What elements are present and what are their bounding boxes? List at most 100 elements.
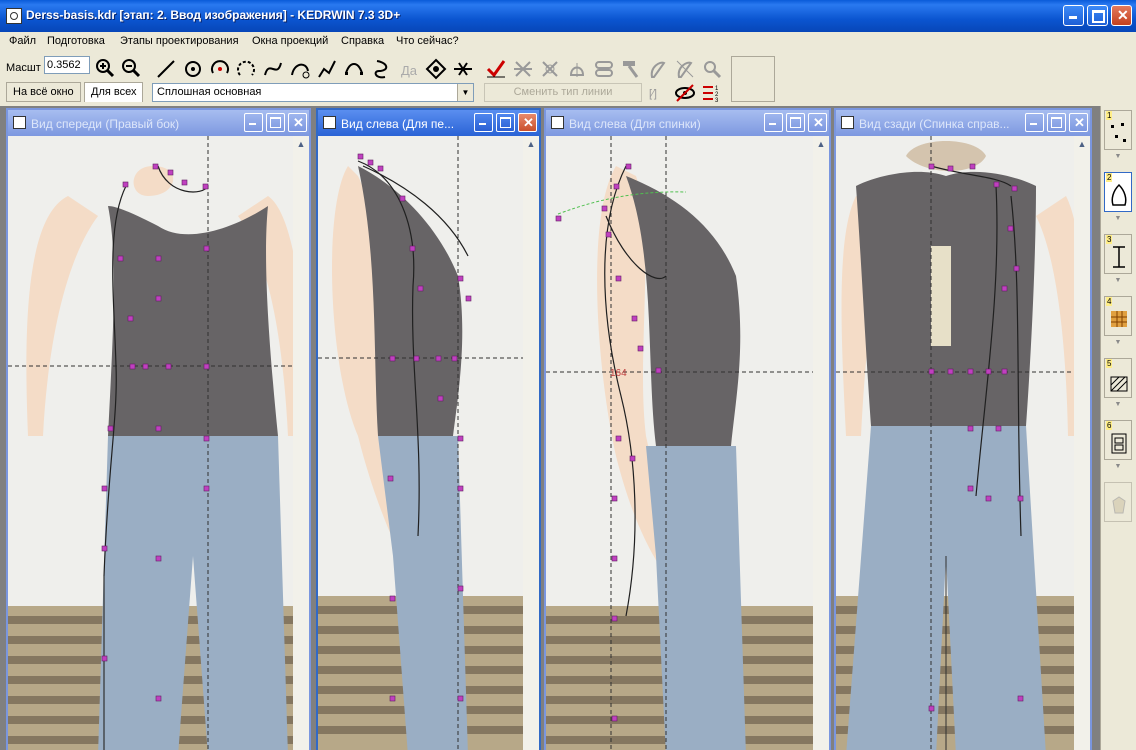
lock-tool-icon[interactable] xyxy=(565,57,589,81)
maximize-button[interactable] xyxy=(1087,5,1108,26)
arc2-tool-icon[interactable] xyxy=(234,57,258,81)
close-button[interactable]: ✕ xyxy=(518,113,537,132)
menu-design-stages[interactable]: Этапы проектирования xyxy=(120,35,239,47)
stage-number: 5 xyxy=(1106,359,1113,368)
view-back-window[interactable]: Вид сзади (Спинка справ... ✕ ▲ xyxy=(834,108,1092,750)
view-left-front-titlebar[interactable]: Вид слева (Для пе... ✕ xyxy=(318,110,539,136)
cut-tool-icon[interactable] xyxy=(646,57,670,81)
stage-5-button[interactable]: 5 xyxy=(1104,358,1132,398)
eye-hide-icon[interactable] xyxy=(673,81,697,105)
close-button[interactable]: ✕ xyxy=(1069,113,1088,132)
minimize-button[interactable] xyxy=(244,113,263,132)
hatch-icon xyxy=(1110,376,1128,392)
curve-edit-icon[interactable] xyxy=(288,57,312,81)
cross-tool-icon[interactable] xyxy=(538,57,562,81)
circle-tool-icon[interactable] xyxy=(181,57,205,81)
stage-arrow-icon: ▼ xyxy=(1114,277,1122,284)
tools-icon[interactable] xyxy=(700,57,724,81)
view-left-back-window[interactable]: Вид слева (Для спинки) ✕ 164 ▲ xyxy=(544,108,831,750)
left-front-figure[interactable] xyxy=(318,136,539,750)
stage-2-button[interactable]: 2 xyxy=(1104,172,1132,212)
stage-6-button[interactable]: 6 xyxy=(1104,420,1132,460)
view-left-back-title: Вид слева (Для спинки) xyxy=(569,117,701,131)
menu-whats-now[interactable]: Что сейчас? xyxy=(396,35,459,47)
check-tool-icon[interactable] xyxy=(484,57,508,81)
minimize-button[interactable] xyxy=(764,113,783,132)
arc-tool-icon[interactable] xyxy=(208,57,232,81)
close-button[interactable]: ✕ xyxy=(1111,5,1132,26)
vertical-scrollbar[interactable]: ▲ xyxy=(813,136,829,750)
point-tool-icon[interactable] xyxy=(424,57,448,81)
scroll-up-icon[interactable]: ▲ xyxy=(1074,136,1090,152)
scroll-up-icon[interactable]: ▲ xyxy=(293,136,309,152)
stage-1-button[interactable]: 1 xyxy=(1104,110,1132,150)
close-button[interactable]: ✕ xyxy=(288,113,307,132)
left-back-view-canvas[interactable]: 164 xyxy=(546,136,829,750)
line-type-select[interactable]: Сплошная основная ▼ xyxy=(152,83,474,102)
spline-tool-icon[interactable] xyxy=(261,57,285,81)
back-figure[interactable] xyxy=(836,136,1090,750)
view-front-titlebar[interactable]: Вид спереди (Правый бок) ✕ xyxy=(8,110,309,136)
vertical-scrollbar[interactable]: ▲ xyxy=(1074,136,1090,750)
list-order-icon[interactable]: 123 xyxy=(700,81,724,105)
stage-7-button[interactable] xyxy=(1104,482,1132,522)
maximize-button[interactable] xyxy=(266,113,285,132)
view-left-back-titlebar[interactable]: Вид слева (Для спинки) ✕ xyxy=(546,110,829,136)
scroll-up-icon[interactable]: ▲ xyxy=(523,136,539,152)
polyline-tool-icon[interactable] xyxy=(315,57,339,81)
title-bar[interactable]: Derss-basis.kdr [этап: 2. Ввод изображен… xyxy=(0,0,1136,32)
change-line-type-button[interactable]: Сменить тип линии xyxy=(484,83,642,102)
chevron-down-icon[interactable]: ▼ xyxy=(457,84,473,101)
menu-file[interactable]: Файл xyxy=(9,35,36,47)
vertical-scrollbar[interactable]: ▲ xyxy=(523,136,539,750)
close-button[interactable]: ✕ xyxy=(808,113,827,132)
stage-3-button[interactable]: 3 xyxy=(1104,234,1132,274)
stage-arrow-icon: ▼ xyxy=(1114,153,1122,160)
zoom-in-icon[interactable] xyxy=(93,56,117,80)
split-tool-icon[interactable] xyxy=(451,57,475,81)
scale-label: Масшт xyxy=(6,62,41,74)
back-view-canvas[interactable] xyxy=(836,136,1090,750)
scale-input[interactable]: 0.3562 xyxy=(44,56,90,74)
view-front-window[interactable]: Вид спереди (Правый бок) ✕ ▲ xyxy=(6,108,311,750)
bracket-icon[interactable]: [⁄] xyxy=(646,81,670,105)
chain-tool-icon[interactable] xyxy=(592,57,616,81)
front-figure[interactable] xyxy=(8,136,309,750)
window-icon xyxy=(551,116,564,129)
svg-text:Да: Да xyxy=(401,63,418,78)
fit-window-button[interactable]: На всё окно xyxy=(6,82,81,102)
menu-projection-windows[interactable]: Окна проекций xyxy=(252,35,328,47)
zoom-out-icon[interactable] xyxy=(119,56,143,80)
front-view-canvas[interactable] xyxy=(8,136,309,750)
line-tool-icon[interactable] xyxy=(154,57,178,81)
cut2-tool-icon[interactable] xyxy=(673,57,697,81)
view-left-front-window[interactable]: Вид слева (Для пе... ✕ ▲ xyxy=(316,108,541,750)
fit-all-button[interactable]: Для всех xyxy=(84,82,144,102)
hook-tool-icon[interactable] xyxy=(369,57,393,81)
view-left-front-title: Вид слева (Для пе... xyxy=(341,117,455,131)
delete-point-icon[interactable] xyxy=(511,57,535,81)
stage-number: 2 xyxy=(1106,173,1113,182)
left-front-view-canvas[interactable] xyxy=(318,136,539,750)
scroll-up-icon[interactable]: ▲ xyxy=(813,136,829,152)
minimize-button[interactable] xyxy=(1025,113,1044,132)
stage-number: 1 xyxy=(1106,111,1113,120)
minimize-button[interactable] xyxy=(474,113,493,132)
maximize-button[interactable] xyxy=(1047,113,1066,132)
application-window: Derss-basis.kdr [этап: 2. Ввод изображен… xyxy=(0,0,1136,750)
vertical-scrollbar[interactable]: ▲ xyxy=(293,136,309,750)
stages-panel: 1 ▼ 2 ▼ 3 ▼ 4 ▼ 5 ▼ 6 ▼ xyxy=(1100,106,1136,750)
stage-4-button[interactable]: 4 xyxy=(1104,296,1132,336)
maximize-button[interactable] xyxy=(496,113,515,132)
maximize-button[interactable] xyxy=(786,113,805,132)
hammer-tool-icon[interactable] xyxy=(619,57,643,81)
view-back-titlebar[interactable]: Вид сзади (Спинка справ... ✕ xyxy=(836,110,1090,136)
curve-points-icon[interactable] xyxy=(342,57,366,81)
minimize-button[interactable] xyxy=(1063,5,1084,26)
menu-preparation[interactable]: Подготовка xyxy=(47,35,105,47)
text-tool-icon[interactable]: Да xyxy=(397,57,421,81)
app-icon[interactable] xyxy=(6,8,22,24)
window-icon xyxy=(13,116,26,129)
menu-help[interactable]: Справка xyxy=(341,35,384,47)
left-back-figure[interactable]: 164 xyxy=(546,136,829,750)
